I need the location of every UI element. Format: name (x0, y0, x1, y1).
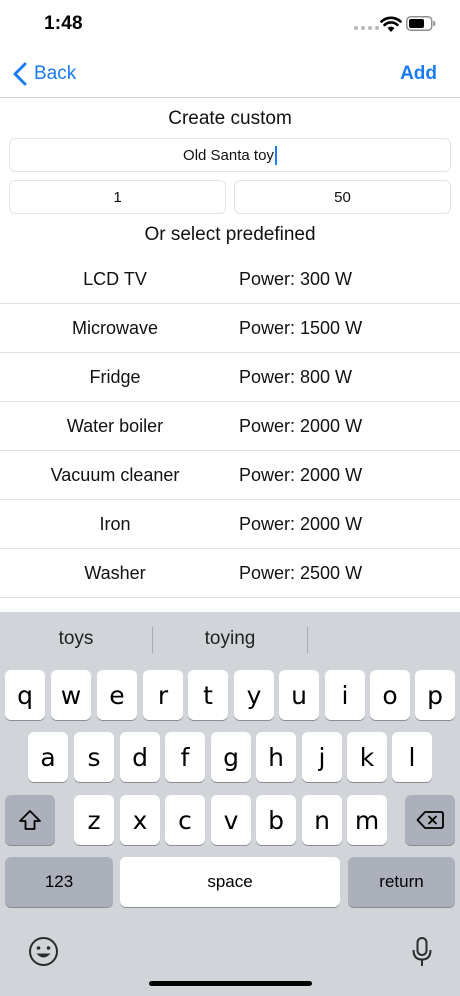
device-row[interactable]: Microwave Power: 1500 W (0, 304, 460, 353)
key-c[interactable]: c (165, 795, 205, 845)
navigation-bar: Back Add (0, 50, 460, 98)
return-key[interactable]: return (348, 857, 455, 907)
key-f[interactable]: f (165, 732, 205, 782)
device-name-value: Old Santa toy (183, 146, 274, 164)
device-power: Power: 2000 W (239, 514, 363, 534)
device-name: LCD TV (83, 269, 147, 289)
device-power: Power: 1500 W (239, 318, 363, 338)
device-row[interactable]: LCD TV Power: 300 W (0, 255, 460, 304)
wifi-icon (380, 16, 402, 32)
key-t[interactable]: t (188, 670, 228, 720)
key-g[interactable]: g (211, 732, 251, 782)
microphone-icon[interactable] (411, 936, 433, 968)
key-i[interactable]: i (325, 670, 365, 720)
device-name: Fridge (89, 367, 141, 387)
quantity-value: 1 (113, 188, 122, 206)
device-row[interactable]: Vacuum cleaner Power: 2000 W (0, 451, 460, 500)
device-name-field[interactable]: Old Santa toy (9, 138, 451, 172)
device-list: LCD TV Power: 300 W Microwave Power: 150… (0, 255, 460, 598)
backspace-key[interactable] (405, 795, 455, 845)
key-w[interactable]: w (51, 670, 91, 720)
suggestion-bar: toys toying (0, 612, 460, 668)
numbers-key[interactable]: 123 (5, 857, 113, 907)
device-row[interactable]: Water boiler Power: 2000 W (0, 402, 460, 451)
home-indicator (149, 981, 312, 986)
text-cursor (274, 145, 277, 165)
status-bar: 1:48 (0, 0, 460, 50)
cellular-signal-icon (354, 26, 379, 30)
status-time: 1:48 (44, 13, 83, 34)
key-n[interactable]: n (302, 795, 342, 845)
device-row[interactable]: Iron Power: 2000 W (0, 500, 460, 549)
key-z[interactable]: z (74, 795, 114, 845)
device-power: Power: 2000 W (239, 465, 363, 485)
key-u[interactable]: u (279, 670, 319, 720)
chevron-left-icon (13, 62, 27, 86)
device-name: Iron (99, 514, 131, 534)
key-m[interactable]: m (347, 795, 387, 845)
device-row[interactable]: Washer Power: 2500 W (0, 549, 460, 598)
power-value: 50 (334, 188, 351, 206)
key-k[interactable]: k (347, 732, 387, 782)
key-a[interactable]: a (28, 732, 68, 782)
key-j[interactable]: j (302, 732, 342, 782)
shift-icon (19, 810, 41, 830)
shift-key[interactable] (5, 795, 55, 845)
key-p[interactable]: p (415, 670, 455, 720)
key-b[interactable]: b (256, 795, 296, 845)
quantity-field[interactable]: 1 (9, 180, 226, 214)
power-field[interactable]: 50 (234, 180, 451, 214)
back-button[interactable]: Back (12, 60, 76, 88)
device-power: Power: 2500 W (239, 563, 363, 583)
key-o[interactable]: o (370, 670, 410, 720)
device-name: Vacuum cleaner (50, 465, 180, 485)
key-x[interactable]: x (120, 795, 160, 845)
key-h[interactable]: h (256, 732, 296, 782)
key-v[interactable]: v (211, 795, 251, 845)
device-power: Power: 800 W (239, 367, 353, 387)
backspace-icon (416, 811, 444, 829)
key-s[interactable]: s (74, 732, 114, 782)
emoji-icon[interactable] (28, 936, 59, 967)
device-row[interactable]: Fridge Power: 800 W (0, 353, 460, 402)
key-y[interactable]: y (234, 670, 274, 720)
suggestion-separator (307, 627, 308, 653)
back-label: Back (34, 63, 77, 84)
suggestion-toys[interactable]: toys (0, 628, 152, 650)
key-l[interactable]: l (392, 732, 432, 782)
device-name: Washer (84, 563, 146, 583)
device-name: Water boiler (66, 416, 164, 436)
key-q[interactable]: q (5, 670, 45, 720)
keyboard: toys toying q w e r t y u i o p a s d f … (0, 612, 460, 996)
battery-icon (406, 16, 436, 31)
select-predefined-title: Or select predefined (144, 224, 316, 245)
suggestion-toying[interactable]: toying (153, 628, 307, 650)
device-power: Power: 2000 W (239, 416, 363, 436)
create-custom-title: Create custom (168, 108, 292, 129)
device-power: Power: 300 W (239, 269, 353, 289)
add-button[interactable]: Add (400, 63, 437, 85)
device-name: Microwave (71, 318, 159, 338)
key-r[interactable]: r (143, 670, 183, 720)
key-e[interactable]: e (97, 670, 137, 720)
space-key[interactable]: space (120, 857, 340, 907)
key-d[interactable]: d (120, 732, 160, 782)
